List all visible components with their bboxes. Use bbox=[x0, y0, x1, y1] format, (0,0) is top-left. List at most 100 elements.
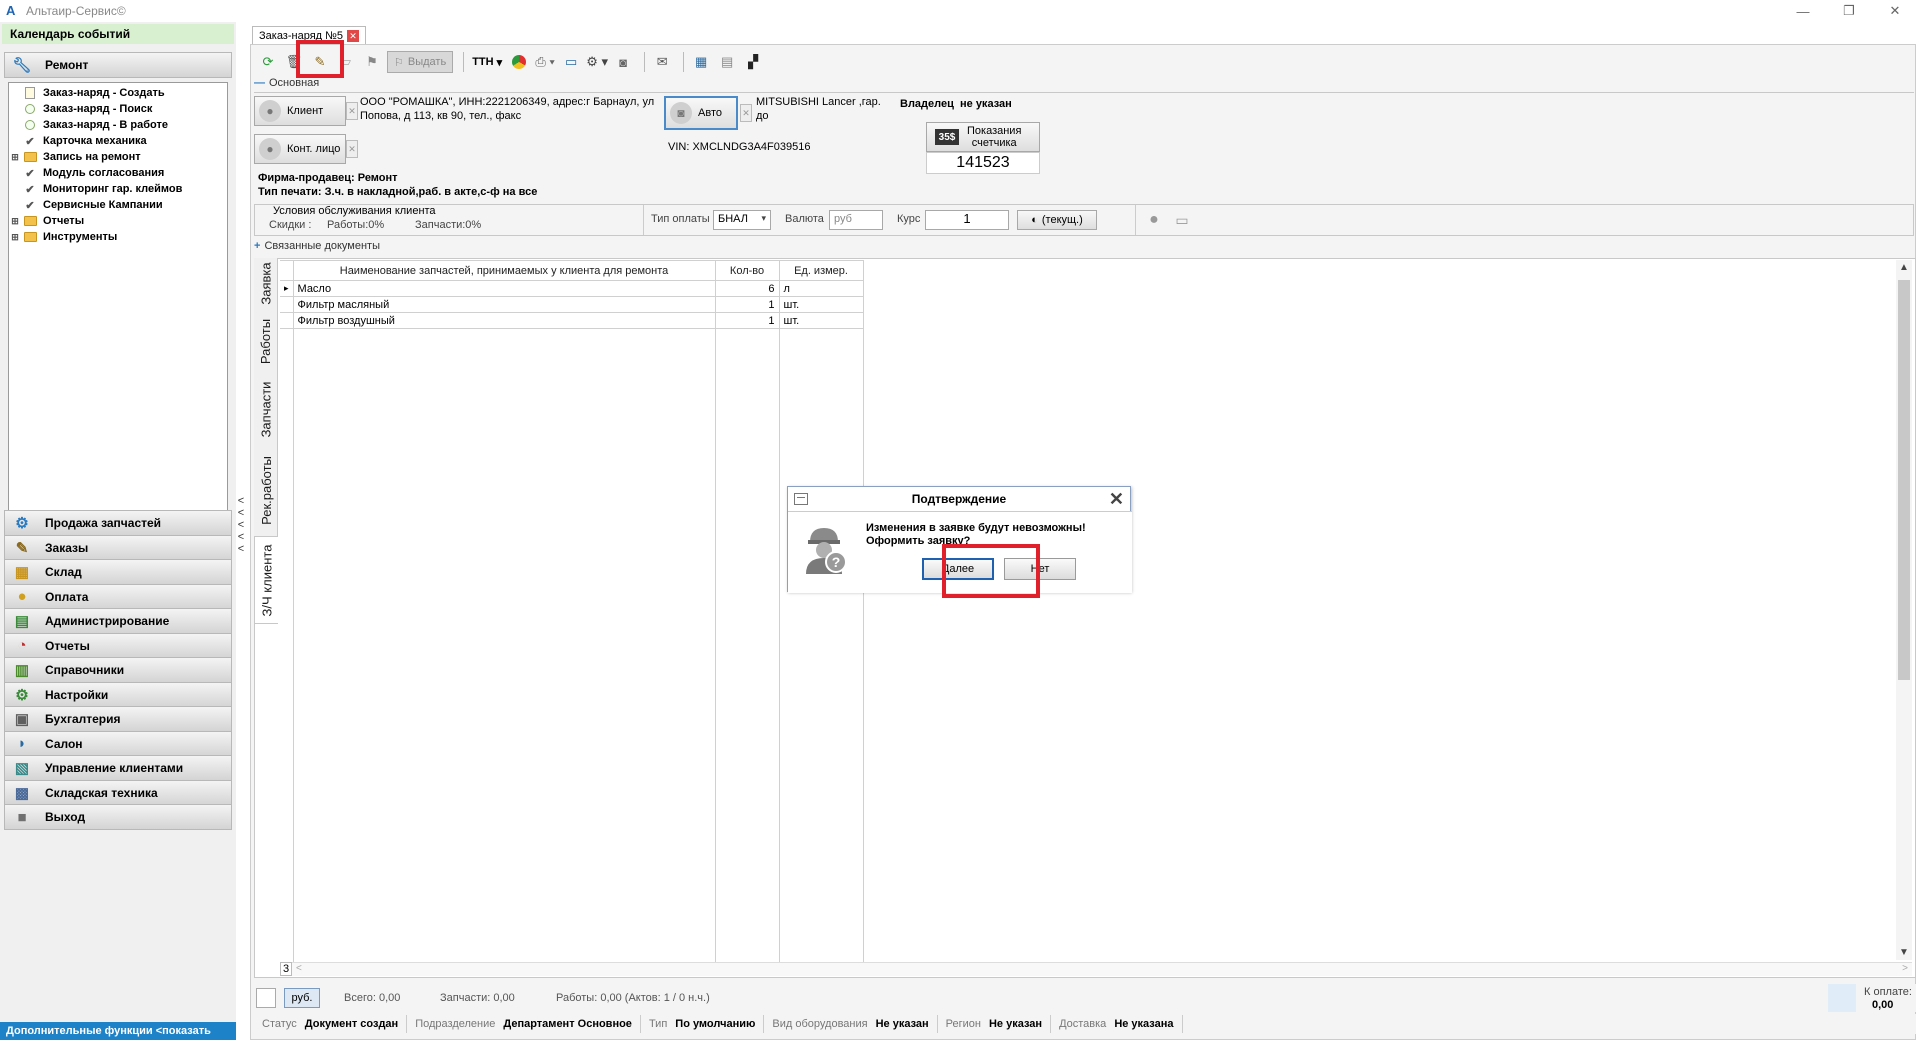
dialog-menu-icon[interactable] bbox=[794, 493, 808, 505]
nav-button[interactable]: ▥ Справочники bbox=[4, 657, 232, 683]
tree-item[interactable]: ⊞ Запись на ремонт bbox=[9, 149, 227, 165]
nav-button[interactable]: ▦ Склад bbox=[4, 559, 232, 585]
auto-button[interactable]: ◙ Авто bbox=[664, 96, 738, 130]
ttn-dropdown-button[interactable]: ТТН ▾ bbox=[470, 51, 504, 73]
scroll-down-icon[interactable]: ▼ bbox=[1899, 947, 1909, 958]
close-window-button[interactable]: ✕ bbox=[1872, 0, 1918, 22]
tab-works[interactable]: Работы bbox=[254, 312, 278, 370]
car-icon[interactable]: ◙ bbox=[612, 51, 634, 73]
tab-client-parts[interactable]: З/Ч клиента bbox=[254, 536, 278, 624]
document-icon[interactable]: ▤ bbox=[716, 51, 738, 73]
tree-item[interactable]: ✔ Модуль согласования bbox=[9, 165, 227, 181]
col-header-unit[interactable]: Ед. измер. bbox=[778, 260, 864, 281]
odometer-value: 141523 bbox=[926, 152, 1040, 174]
calendar-header[interactable]: Календарь событий bbox=[2, 24, 234, 44]
tree-item[interactable]: ✔ Сервисные Кампании bbox=[9, 197, 227, 213]
tab-request[interactable]: Заявка bbox=[254, 258, 278, 308]
cell-name[interactable]: Фильтр воздушный bbox=[293, 312, 716, 329]
contact-person-button[interactable]: ● Конт. лицо bbox=[254, 134, 346, 164]
cell-name[interactable]: Фильтр масляный bbox=[293, 296, 716, 313]
scroll-up-icon[interactable]: ▲ bbox=[1899, 262, 1909, 273]
scroll-right-icon[interactable]: > bbox=[1902, 963, 1908, 974]
pay-type-select[interactable]: БНАЛ ▾ bbox=[713, 210, 771, 230]
cell-qty[interactable]: 1 bbox=[715, 312, 780, 329]
scrollbar-thumb[interactable] bbox=[1898, 280, 1910, 680]
section-main-header[interactable]: — Основная bbox=[254, 77, 319, 89]
tree-item-label: Запись на ремонт bbox=[43, 151, 141, 163]
clear-contact-button[interactable]: ✕ bbox=[346, 140, 358, 158]
currency-field[interactable]: руб bbox=[829, 210, 883, 230]
rate-input[interactable]: 1 bbox=[925, 210, 1009, 230]
comment-icon[interactable]: ▭ bbox=[1171, 209, 1193, 231]
color-wheel-icon[interactable] bbox=[508, 51, 530, 73]
table-row[interactable]: Фильтр воздушный 1 шт. bbox=[280, 312, 864, 329]
minimize-button[interactable]: — bbox=[1780, 0, 1826, 22]
close-tab-icon[interactable]: ✕ bbox=[347, 29, 360, 42]
restore-button[interactable]: ❐ bbox=[1826, 0, 1872, 22]
monitor-icon[interactable]: ▭ bbox=[560, 51, 582, 73]
scroll-left-icon[interactable]: < bbox=[296, 963, 302, 974]
nav-button[interactable]: ◔ Отчеты bbox=[4, 632, 232, 659]
tab-parts[interactable]: Запчасти bbox=[254, 374, 278, 444]
client-button[interactable]: ● Клиент bbox=[254, 96, 346, 126]
expand-icon[interactable]: ⊞ bbox=[9, 232, 21, 243]
nav-button[interactable]: ✎ Заказы bbox=[4, 534, 232, 561]
dialog-close-icon[interactable]: ✕ bbox=[1109, 489, 1124, 509]
cell-unit[interactable]: шт. bbox=[779, 296, 864, 313]
col-header-qty[interactable]: Кол-во bbox=[714, 260, 780, 281]
window-titlebar: A Альтаир-Сервис© — ❐ ✕ bbox=[0, 0, 1920, 22]
tree-item[interactable]: ✔ Мониторинг гар. клеймов bbox=[9, 181, 227, 197]
nav-button[interactable]: ⚙ Продажа запчастей bbox=[4, 510, 232, 536]
expand-icon[interactable]: ⊞ bbox=[9, 152, 21, 163]
issue-button[interactable]: ⚐ Выдать bbox=[387, 51, 454, 73]
conditions-title: Условия обслуживания клиента bbox=[273, 205, 436, 217]
col-header-name[interactable]: Наименование запчастей, принимаемых у кл… bbox=[292, 260, 716, 281]
nav-button-label: Салон bbox=[45, 736, 83, 751]
clear-auto-button[interactable]: ✕ bbox=[740, 104, 752, 122]
cell-unit[interactable]: л bbox=[779, 280, 864, 297]
client-info-line1: ООО "РОМАШКА", ИНН:2221206349, адрес:г Б… bbox=[360, 96, 655, 108]
tree-item[interactable]: ⊞ Отчеты bbox=[9, 213, 227, 229]
cell-qty[interactable]: 6 bbox=[715, 280, 780, 297]
tree-item[interactable]: ⊞ Инструменты bbox=[9, 229, 227, 245]
extra-functions-link[interactable]: Дополнительные функции <показать bbox=[0, 1022, 236, 1040]
clear-client-button[interactable]: ✕ bbox=[346, 102, 358, 120]
cell-qty[interactable]: 1 bbox=[715, 296, 780, 313]
tab-recommended-works[interactable]: Рек.работы bbox=[254, 448, 278, 532]
blank-doc-icon[interactable] bbox=[256, 988, 276, 1008]
cell-unit[interactable]: шт. bbox=[779, 312, 864, 329]
flag-icon[interactable]: ⚑ bbox=[361, 51, 383, 73]
nav-button[interactable]: ▣ Бухгалтерия bbox=[4, 706, 232, 732]
settings-dropdown-button[interactable]: ⚙ ▾ bbox=[586, 51, 608, 73]
tree-item[interactable]: Заказ-наряд - Поиск bbox=[9, 101, 227, 117]
tree-item[interactable]: Заказ-наряд - Создать bbox=[9, 85, 227, 101]
vertical-scrollbar[interactable]: ▲ ▼ bbox=[1896, 260, 1912, 960]
print-dropdown-button[interactable]: ⎙ ▾ bbox=[534, 51, 556, 73]
expand-icon[interactable]: ⊞ bbox=[9, 216, 21, 227]
nav-button[interactable]: ▤ Администрирование bbox=[4, 608, 232, 634]
current-rate-button[interactable]: ◐ (текущ.) bbox=[1017, 210, 1097, 230]
table-row[interactable]: ▸ Масло 6 л bbox=[280, 280, 864, 297]
nav-button[interactable]: ● Оплата bbox=[4, 583, 232, 610]
chart-icon[interactable]: ▦ bbox=[690, 51, 712, 73]
nav-button[interactable]: ■ Выход bbox=[4, 804, 232, 830]
cell-name[interactable]: Масло bbox=[293, 280, 716, 297]
nav-button[interactable]: ⚙ Настройки bbox=[4, 681, 232, 708]
client-button-label: Клиент bbox=[287, 105, 324, 117]
mail-icon[interactable]: ✉ bbox=[651, 51, 673, 73]
nav-section-repair[interactable]: 🔧︎ Ремонт bbox=[4, 52, 232, 78]
tree-item[interactable]: ✔ Карточка механика bbox=[9, 133, 227, 149]
qr-code-icon[interactable]: ▞ bbox=[742, 51, 764, 73]
nav-button[interactable]: ◗ Салон bbox=[4, 730, 232, 757]
horizontal-scrollbar[interactable]: < > bbox=[280, 962, 1912, 976]
refresh-icon[interactable]: ⟳ bbox=[257, 51, 279, 73]
nav-button[interactable]: ▧ Управление клиентами bbox=[4, 755, 232, 781]
currency-toggle-button[interactable]: руб. bbox=[284, 988, 320, 1008]
table-row[interactable]: Фильтр масляный 1 шт. bbox=[280, 296, 864, 313]
tree-item[interactable]: Заказ-наряд - В работе bbox=[9, 117, 227, 133]
odometer-button[interactable]: 35$ Показания счетчика bbox=[926, 122, 1040, 152]
section-related-header[interactable]: + Связанные документы bbox=[254, 240, 380, 252]
person-lock-icon[interactable]: ● bbox=[1143, 209, 1165, 231]
collapse-left-pane-button[interactable]: < < < < < bbox=[236, 495, 246, 555]
nav-button[interactable]: ▩ Складская техника bbox=[4, 779, 232, 806]
